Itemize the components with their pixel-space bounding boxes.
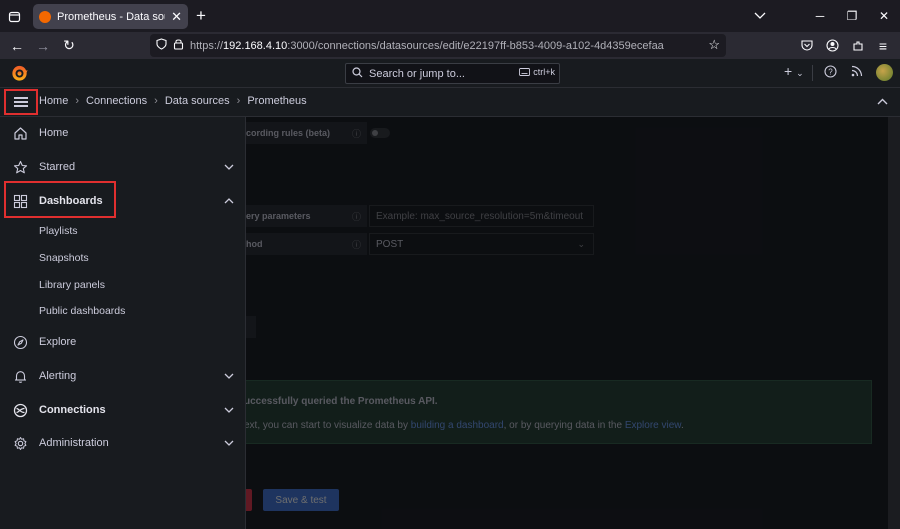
select-chevron-down-icon: ⌄ — [577, 239, 585, 249]
lock-warning-icon[interactable] — [173, 38, 184, 53]
grafana-top-bar: Search or jump to... ctrl+k + ⌄ ? — [0, 59, 900, 88]
recording-rules-info-icon[interactable]: ⓘ — [352, 127, 361, 140]
recording-rules-label: cording rules (beta) — [230, 122, 367, 144]
nav-sidebar: Home Starred Dashboards Playlists Snapsh… — [0, 117, 246, 529]
browser-menu-icon[interactable]: ≡ — [870, 32, 896, 59]
hamburger-menu-icon — [14, 97, 28, 107]
compass-icon — [12, 334, 28, 350]
pocket-icon[interactable] — [794, 32, 820, 59]
sidebar-subitem-playlists[interactable]: Playlists — [39, 225, 78, 237]
back-arrow-icon[interactable]: ← — [4, 32, 30, 59]
browser-tab-title: Prometheus - Data sources - Co — [57, 10, 165, 23]
breadcrumb-prometheus: Prometheus — [247, 95, 307, 107]
sidebar-item-label: Explore — [39, 336, 77, 348]
breadcrumb-connections[interactable]: Connections — [86, 95, 147, 107]
chevron-down-icon[interactable] — [224, 162, 234, 173]
grafana-favicon-icon — [39, 10, 51, 23]
sidebar-item-starred[interactable]: Starred — [0, 152, 246, 182]
sidebar-item-label: Home — [39, 127, 69, 139]
sidebar-subitem-snapshots[interactable]: Snapshots — [39, 252, 89, 264]
header-divider — [812, 65, 813, 81]
star-icon — [12, 159, 28, 175]
sidebar-item-administration[interactable]: Administration — [0, 428, 246, 458]
success-alert-text: ext, you can start to visualize data by … — [244, 420, 684, 431]
breadcrumb-separator: › — [236, 95, 241, 107]
search-bar[interactable]: Search or jump to... ctrl+k — [345, 63, 560, 84]
news-rss-icon[interactable] — [851, 65, 863, 80]
home-icon — [12, 125, 28, 141]
help-icon[interactable]: ? — [824, 65, 837, 81]
dashboards-highlight-box — [4, 181, 116, 218]
reload-icon[interactable]: ↻ — [56, 32, 82, 59]
query-parameters-info-icon[interactable]: ⓘ — [352, 210, 361, 223]
close-window-icon[interactable]: ✕ — [864, 0, 900, 32]
tab-overflow-chevron-icon[interactable] — [740, 0, 780, 32]
browser-tab-active[interactable]: Prometheus - Data sources - Co ✕ — [33, 4, 188, 29]
chevron-up-icon[interactable] — [224, 196, 234, 207]
menu-toggle-button[interactable] — [4, 89, 38, 115]
success-alert-title: uccessfully queried the Prometheus API. — [244, 396, 438, 407]
search-icon — [352, 66, 363, 81]
tab-list-icon[interactable] — [0, 0, 28, 32]
account-icon[interactable] — [819, 32, 845, 59]
custom-query-parameters-label: ery parameters — [230, 205, 367, 227]
connections-icon — [12, 402, 28, 418]
sidebar-item-alerting[interactable]: Alerting — [0, 361, 246, 391]
bell-icon — [12, 368, 28, 384]
grafana-logo-icon[interactable] — [10, 64, 29, 83]
page-scrollbar[interactable] — [888, 117, 900, 529]
sidebar-subitem-library-panels[interactable]: Library panels — [39, 279, 105, 291]
url-bar[interactable]: https://192.168.4.10:3000/connections/da… — [150, 34, 726, 57]
recording-rules-toggle[interactable] — [370, 128, 390, 138]
url-text: https://192.168.4.10:3000/connections/da… — [190, 39, 664, 52]
breadcrumb-home[interactable]: Home — [39, 95, 68, 107]
bookmark-star-icon[interactable]: ☆ — [708, 37, 720, 53]
chevron-down-icon[interactable] — [224, 438, 234, 449]
search-shortcut: ctrl+k — [519, 67, 555, 77]
http-method-info-icon[interactable]: ⓘ — [352, 238, 361, 251]
chevron-down-icon[interactable] — [224, 405, 234, 416]
forward-arrow-icon[interactable]: → — [30, 32, 56, 59]
collapse-header-chevron-up-icon[interactable] — [877, 94, 888, 108]
breadcrumb-data-sources[interactable]: Data sources — [165, 95, 230, 107]
sidebar-item-label: Connections — [39, 404, 106, 416]
add-new-button[interactable]: + ⌄ — [784, 63, 804, 79]
extensions-icon[interactable] — [845, 32, 871, 59]
new-tab-icon[interactable]: + — [196, 6, 206, 26]
building-dashboard-link[interactable]: building a dashboard — [411, 420, 504, 431]
explore-view-link[interactable]: Explore view — [625, 420, 681, 431]
sidebar-subitem-public-dashboards[interactable]: Public dashboards — [39, 305, 125, 317]
success-alert — [230, 380, 872, 444]
browser-nav-bar: ← → ↻ https://192.168.4.10:3000/connecti… — [0, 32, 900, 59]
chevron-down-icon[interactable] — [224, 371, 234, 382]
sidebar-item-connections[interactable]: Connections — [0, 395, 246, 425]
http-method-label: hod — [230, 233, 367, 255]
gear-icon — [12, 435, 28, 451]
breadcrumb: Home › Connections › Data sources › Prom… — [39, 95, 307, 107]
user-avatar[interactable] — [876, 64, 893, 81]
svg-text:?: ? — [828, 68, 833, 77]
browser-tab-bar: Prometheus - Data sources - Co ✕ + ─ ❐ ✕ — [0, 0, 900, 32]
search-placeholder: Search or jump to... — [369, 67, 465, 80]
shield-icon[interactable] — [156, 38, 167, 53]
sidebar-item-label: Alerting — [39, 370, 77, 382]
breadcrumb-bar: Home › Connections › Data sources › Prom… — [0, 88, 900, 117]
keyboard-icon — [519, 68, 531, 76]
tab-close-icon[interactable]: ✕ — [171, 9, 182, 25]
http-method-select[interactable]: POST ⌄ — [369, 233, 594, 255]
breadcrumb-separator: › — [154, 95, 158, 107]
query-parameters-input[interactable]: Example: max_source_resolution=5m&timeou… — [369, 205, 594, 227]
save-and-test-button[interactable]: Save & test — [263, 489, 339, 511]
sidebar-item-label: Administration — [39, 437, 109, 449]
breadcrumb-separator: › — [75, 95, 80, 107]
sidebar-item-label: Starred — [39, 161, 76, 173]
sidebar-item-explore[interactable]: Explore — [0, 327, 246, 357]
sidebar-item-home[interactable]: Home — [0, 118, 246, 148]
